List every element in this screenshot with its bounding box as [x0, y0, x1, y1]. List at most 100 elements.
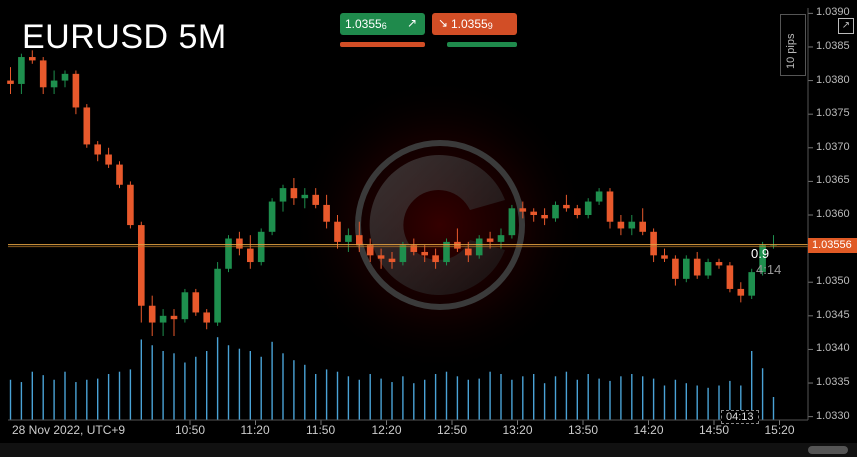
- candle-body: [737, 288, 745, 296]
- candle-body: [377, 255, 385, 259]
- horizontal-scrollbar[interactable]: [0, 443, 857, 457]
- candle-body: [683, 258, 690, 279]
- sell-pipette: 9: [487, 21, 493, 31]
- chart-window: EURUSD 5M 1.0355 6 ↗ ↘ 1.0355 9 10 pips ↗ …: [0, 0, 857, 457]
- candle-body: [61, 73, 69, 81]
- candle-body: [541, 215, 548, 219]
- candle-body: [399, 245, 407, 263]
- y-tick-label: 1.0380: [816, 73, 850, 86]
- candle-body: [693, 258, 701, 276]
- buy-sentiment-bar: [340, 42, 425, 47]
- candle-body: [563, 204, 570, 209]
- candle-body: [127, 184, 134, 226]
- candle-body: [170, 315, 178, 320]
- y-tick-label: 1.0365: [816, 174, 850, 187]
- y-tick-label: 1.0340: [816, 342, 850, 355]
- candle-body: [606, 191, 614, 222]
- x-tick-label: 12:50: [437, 423, 468, 437]
- candle-body: [225, 238, 232, 269]
- spread-value: 0.9: [751, 246, 770, 261]
- arrow-down-right-icon: ↘: [438, 16, 449, 30]
- candle-body: [486, 238, 494, 242]
- candle-body: [39, 60, 47, 88]
- candle-body: [181, 292, 189, 320]
- y-tick-label: 1.0375: [816, 107, 850, 120]
- pips-label: 10 pips: [785, 33, 797, 69]
- candle-body: [138, 225, 145, 306]
- y-tick-label: 1.0330: [816, 409, 850, 422]
- x-tick-label: 14:20: [633, 423, 664, 437]
- y-tick-label: 1.0360: [816, 208, 850, 220]
- buy-pipette: 6: [381, 21, 387, 31]
- candle-body: [628, 221, 636, 229]
- candle-body: [595, 191, 603, 202]
- candle-body: [290, 188, 298, 199]
- current-price-label: 1.03556: [808, 237, 857, 253]
- x-tick-label: 12:20: [371, 423, 402, 437]
- candle-body: [421, 251, 428, 256]
- candle-body: [748, 272, 755, 296]
- x-tick-label: 10:50: [175, 423, 206, 437]
- x-tick-label: 15:20: [764, 423, 795, 437]
- candle-body: [29, 57, 36, 61]
- candle-body: [356, 235, 363, 246]
- y-tick-label: 1.0370: [816, 140, 850, 153]
- candle-body: [50, 80, 58, 88]
- candle-body: [617, 221, 625, 229]
- candle-body: [203, 312, 210, 323]
- candle-body: [301, 194, 309, 199]
- candle-body: [18, 57, 25, 84]
- x-axis-date-label: 28 Nov 2022, UTC+9: [12, 423, 126, 437]
- candle-body: [214, 268, 221, 323]
- candle-body: [432, 255, 439, 263]
- candle-body: [530, 211, 537, 215]
- candle-body: [345, 235, 352, 242]
- candle-body: [639, 221, 646, 232]
- y-tick-label: 1.0350: [816, 275, 850, 288]
- candle-body: [247, 248, 254, 263]
- candle-body: [672, 258, 679, 279]
- candle-timer: 4:14: [756, 262, 782, 277]
- candle-body: [465, 248, 472, 256]
- candle-body: [323, 204, 330, 222]
- candle-body: [312, 194, 319, 205]
- buy-price: 1.0355: [345, 17, 382, 31]
- arrow-up-right-icon: ↗: [406, 16, 417, 30]
- x-tick-label: 11:50: [306, 423, 336, 437]
- candle-body: [584, 201, 592, 215]
- candle-body: [116, 164, 123, 185]
- candle-body: [726, 265, 734, 289]
- candle-body: [497, 235, 505, 242]
- buy-button[interactable]: 1.0355 6 ↗: [340, 13, 425, 35]
- y-tick-label: 1.0335: [816, 376, 850, 389]
- candle-body: [704, 262, 712, 276]
- candle-body: [334, 221, 341, 242]
- candle-body: [715, 262, 723, 266]
- price-chart[interactable]: [0, 0, 857, 457]
- sell-price: 1.0355: [451, 17, 488, 31]
- candle-body: [72, 73, 80, 108]
- scrollbar-thumb[interactable]: [808, 446, 848, 454]
- y-tick-label: 1.0345: [816, 308, 850, 321]
- candle-body: [192, 292, 200, 313]
- y-tick-label: 1.0390: [816, 6, 850, 19]
- x-tick-label: 11:20: [240, 423, 270, 437]
- x-tick-label: 14:50: [699, 423, 730, 437]
- candle-body: [508, 208, 516, 236]
- sell-button[interactable]: ↘ 1.0355 9: [432, 13, 517, 35]
- candle-body: [650, 231, 657, 256]
- popout-icon[interactable]: ↗: [838, 18, 854, 34]
- candle-body: [94, 144, 101, 155]
- sell-sentiment-bar: [447, 42, 517, 47]
- chart-title: EURUSD 5M: [22, 18, 227, 56]
- candle-body: [148, 305, 156, 323]
- candle-body: [7, 80, 14, 84]
- candle-body: [236, 238, 243, 249]
- candle-body: [105, 154, 112, 165]
- candle-body: [83, 107, 91, 145]
- candle-body: [454, 241, 461, 249]
- cursor-time-label: 04:13: [721, 410, 759, 424]
- candle-body: [279, 188, 287, 202]
- pips-scale-indicator: 10 pips: [780, 14, 806, 76]
- y-tick-label: 1.0385: [816, 39, 850, 52]
